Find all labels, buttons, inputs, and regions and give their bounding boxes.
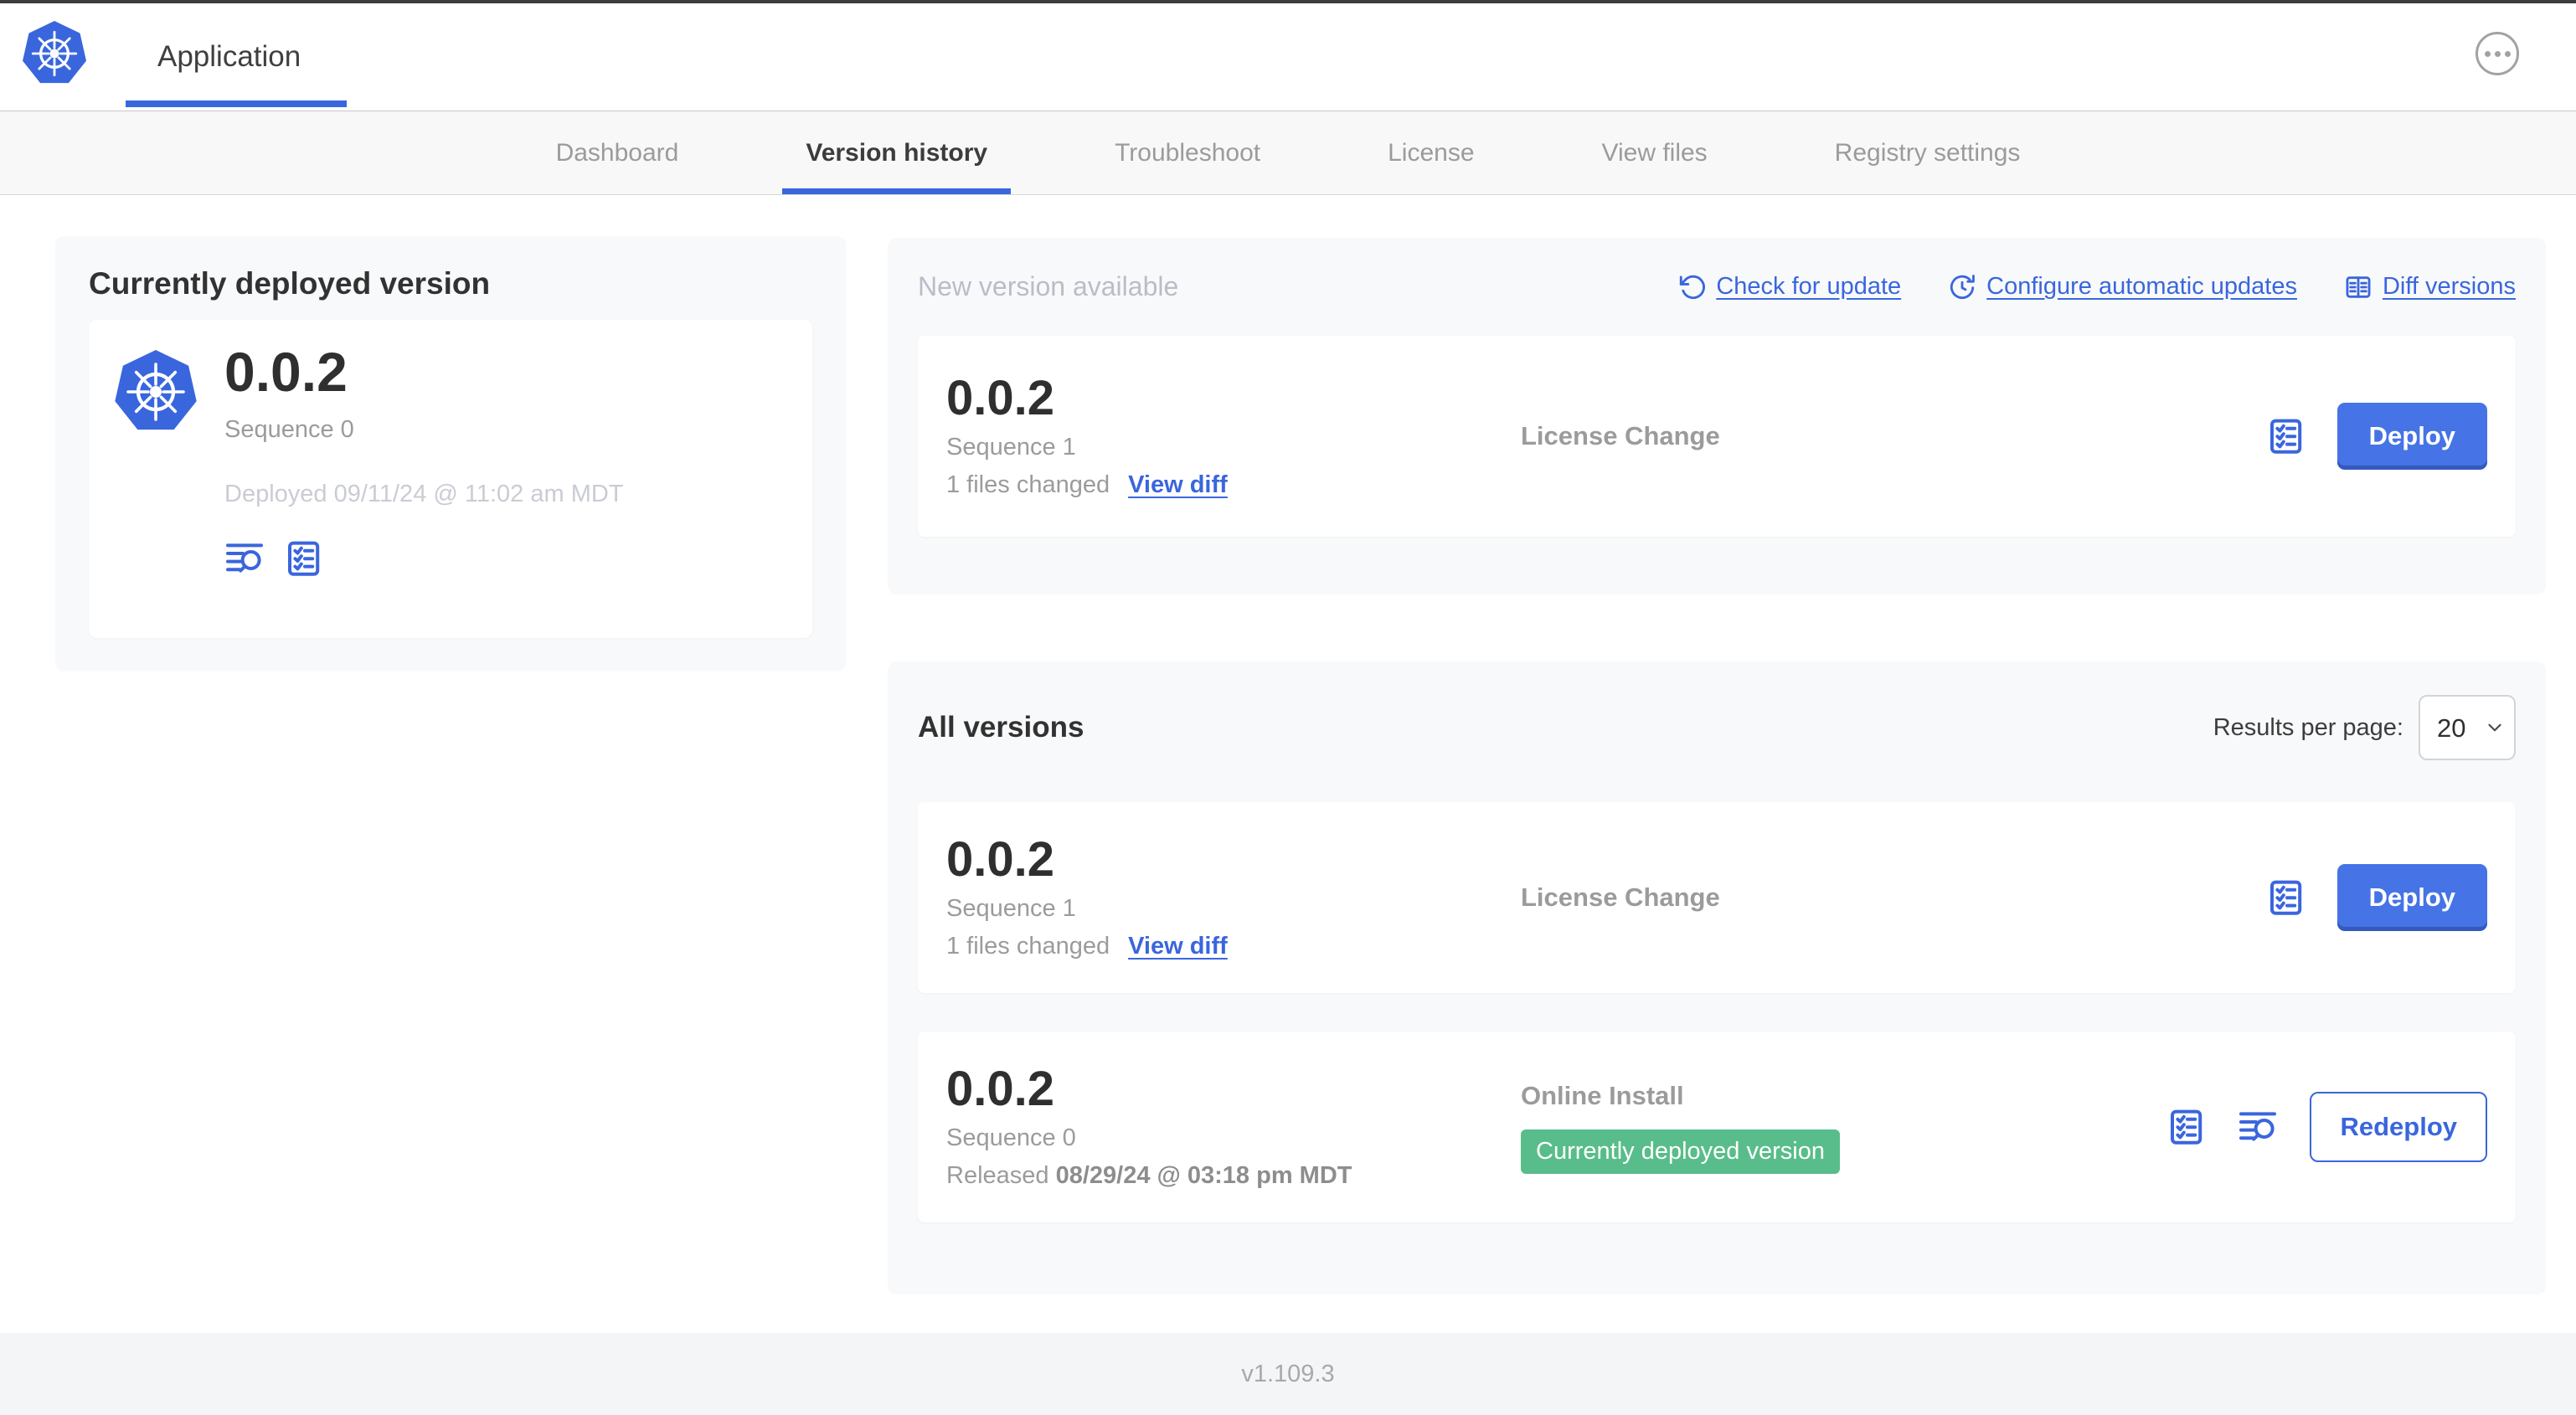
check-for-update-link[interactable]: Check for update xyxy=(1677,273,1901,301)
preflight-checks-icon[interactable] xyxy=(2265,416,2306,456)
all-versions-heading: All versions xyxy=(918,711,1084,744)
new-version-row: 0.0.2 Sequence 1 1 files changed View di… xyxy=(918,336,2516,537)
tab-registry-settings[interactable]: Registry settings xyxy=(1835,111,2021,194)
footer: v1.109.3 xyxy=(0,1333,2576,1415)
all-versions-panel: All versions Results per page: 20 0.0.2 … xyxy=(888,661,2546,1294)
version-label: 0.0.2 xyxy=(946,370,1054,425)
view-logs-icon[interactable] xyxy=(224,538,265,579)
version-label: 0.0.2 xyxy=(946,831,1054,887)
sequence-label: Sequence 1 xyxy=(946,434,1076,461)
currently-deployed-panel: Currently deployed version 0.0.2 Sequenc… xyxy=(55,236,846,671)
view-diff-link[interactable]: View diff xyxy=(1128,933,1228,960)
view-diff-link[interactable]: View diff xyxy=(1128,471,1228,499)
app-title: Application xyxy=(157,40,301,73)
preflight-checks-icon[interactable] xyxy=(2166,1107,2206,1147)
results-per-page-select[interactable]: 20 xyxy=(2419,695,2516,760)
currently-deployed-badge: Currently deployed version xyxy=(1521,1129,1840,1174)
ellipsis-icon xyxy=(2484,50,2491,57)
sequence-label: Sequence 1 xyxy=(946,895,1076,923)
tab-view-files[interactable]: View files xyxy=(1602,111,1708,194)
refresh-icon xyxy=(1677,273,1706,301)
preflight-checks-icon[interactable] xyxy=(2265,877,2306,918)
app-title-active-indicator xyxy=(126,100,347,107)
view-logs-icon[interactable] xyxy=(2238,1107,2278,1147)
version-row: 0.0.2 Sequence 1 1 files changed View di… xyxy=(918,802,2516,993)
deploy-button[interactable]: Deploy xyxy=(2336,864,2487,931)
app-header: Application xyxy=(0,3,2576,111)
tab-dashboard[interactable]: Dashboard xyxy=(556,111,679,194)
diff-icon xyxy=(2344,273,2372,301)
configure-automatic-updates-link[interactable]: Configure automatic updates xyxy=(1948,273,2297,301)
kubernetes-app-logo-icon xyxy=(21,18,88,89)
tab-troubleshoot[interactable]: Troubleshoot xyxy=(1115,111,1260,194)
version-source-label: Online Install xyxy=(1521,1080,1684,1110)
tab-bar: Dashboard Version history Troubleshoot L… xyxy=(0,111,2576,195)
version-source-label: License Change xyxy=(1521,421,1720,450)
version-source-label: License Change xyxy=(1521,882,1720,912)
currently-deployed-card: 0.0.2 Sequence 0 Deployed 09/11/24 @ 11:… xyxy=(89,320,812,638)
deployed-version-label: 0.0.2 xyxy=(224,341,348,403)
more-options-button[interactable] xyxy=(2476,32,2519,75)
admin-console-version: v1.109.3 xyxy=(1241,1360,1335,1387)
diff-versions-link[interactable]: Diff versions xyxy=(2344,273,2516,301)
tab-version-history[interactable]: Version history xyxy=(782,111,1011,194)
tab-license[interactable]: License xyxy=(1388,111,1474,194)
preflight-checks-icon[interactable] xyxy=(283,538,323,579)
released-timestamp: Released 08/29/24 @ 03:18 pm MDT xyxy=(946,1162,1352,1190)
kubernetes-version-icon xyxy=(114,348,198,435)
files-changed-label: 1 files changed xyxy=(946,933,1110,960)
new-version-heading: New version available xyxy=(918,271,1179,301)
deploy-button[interactable]: Deploy xyxy=(2336,403,2487,470)
results-per-page-label: Results per page: xyxy=(2213,713,2403,741)
deployed-timestamp: Deployed 09/11/24 @ 11:02 am MDT xyxy=(224,481,624,508)
redeploy-button[interactable]: Redeploy xyxy=(2310,1092,2487,1162)
currently-deployed-heading: Currently deployed version xyxy=(89,266,491,301)
schedule-refresh-icon xyxy=(1948,273,1976,301)
deployed-sequence-label: Sequence 0 xyxy=(224,416,354,444)
files-changed-label: 1 files changed xyxy=(946,471,1110,499)
sequence-label: Sequence 0 xyxy=(946,1124,1076,1152)
version-row: 0.0.2 Sequence 0 Released 08/29/24 @ 03:… xyxy=(918,1032,2516,1222)
version-label: 0.0.2 xyxy=(946,1061,1054,1116)
new-version-panel: New version available Check for update C… xyxy=(888,238,2546,594)
